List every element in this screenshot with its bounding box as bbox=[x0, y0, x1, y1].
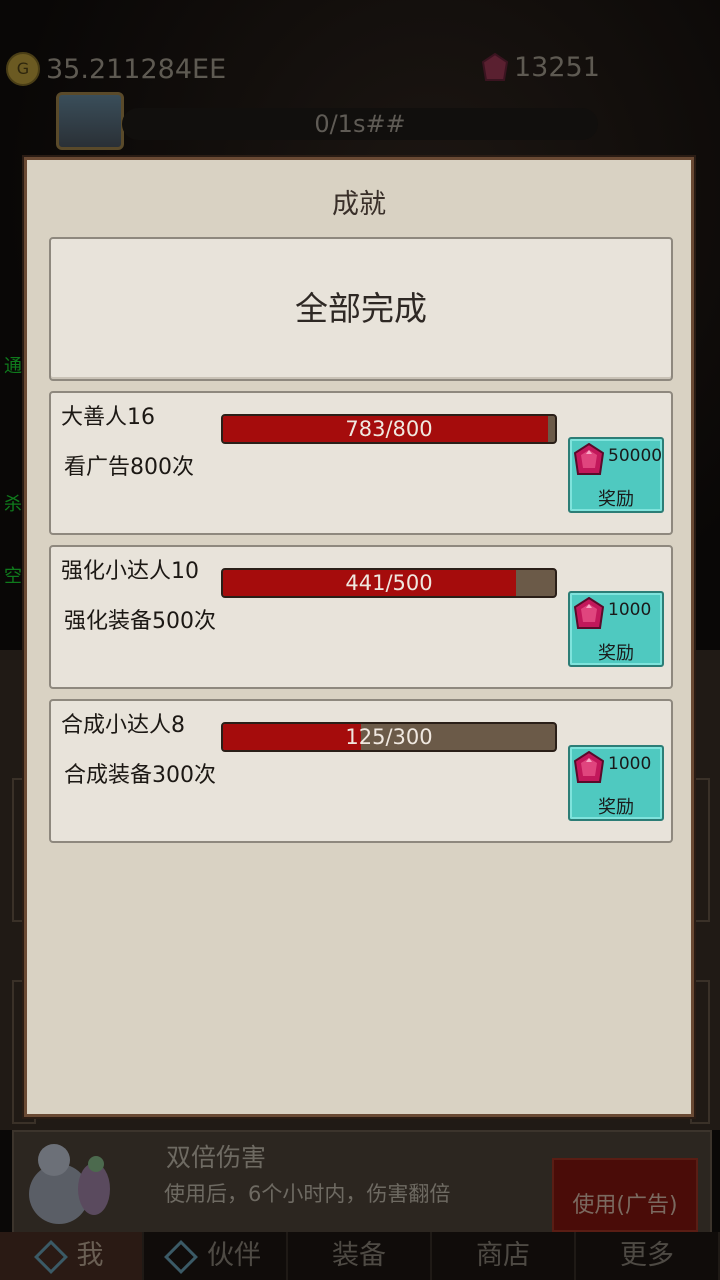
nav-label: 更多 bbox=[620, 1240, 674, 1271]
reward-amount: 50000 bbox=[608, 446, 663, 466]
nav-shop[interactable]: 商店 bbox=[432, 1232, 576, 1280]
reward-button[interactable]: 1000 奖励 bbox=[568, 591, 664, 667]
ruby-gem-icon bbox=[574, 751, 604, 783]
side-label-2: 杀 bbox=[4, 494, 22, 515]
gold-coin-icon: G bbox=[6, 52, 40, 86]
reward-button[interactable]: 1000 奖励 bbox=[568, 745, 664, 821]
achievement-progress-bar: 441/500 bbox=[221, 568, 557, 598]
reward-label: 奖励 bbox=[598, 643, 634, 664]
chest-timer: 0/1s## bbox=[122, 108, 598, 140]
pet-portrait bbox=[29, 1144, 110, 1224]
achievement-description: 强化装备500次 bbox=[64, 609, 216, 634]
side-label-1: 通 bbox=[4, 356, 22, 377]
ruby-gem-icon bbox=[482, 52, 508, 81]
achievement-name: 大善人16 bbox=[61, 405, 155, 430]
achievement-progress-bar: 125/300 bbox=[221, 722, 557, 752]
nav-equipment[interactable]: 装备 bbox=[288, 1232, 432, 1280]
achievement-progress-bar: 783/800 bbox=[221, 414, 557, 444]
gold-amount: 35.211284EE bbox=[46, 53, 227, 85]
treasure-chest-icon[interactable] bbox=[56, 92, 124, 150]
gem-amount: 13251 bbox=[514, 52, 600, 83]
progress-text: 783/800 bbox=[345, 417, 433, 441]
achievement-item: 合成小达人8 125/300 合成装备300次 1000 奖励 bbox=[49, 699, 673, 843]
complete-all-button[interactable]: 全部完成 bbox=[49, 237, 673, 381]
progress-text: 125/300 bbox=[345, 725, 433, 749]
ruby-gem-icon bbox=[574, 597, 604, 629]
progress-text: 441/500 bbox=[345, 571, 433, 595]
modal-title: 成就 bbox=[332, 189, 386, 220]
nav-label: 伙伴 bbox=[207, 1240, 261, 1271]
gem-counter: 13251 bbox=[482, 52, 600, 83]
diamond-nav-icon bbox=[33, 1239, 68, 1274]
nav-label: 我 bbox=[76, 1240, 104, 1271]
reward-amount: 1000 bbox=[608, 754, 652, 774]
reward-amount: 1000 bbox=[608, 600, 652, 620]
reward-button[interactable]: 50000 奖励 bbox=[568, 437, 664, 513]
achievement-item: 大善人16 783/800 看广告800次 50000 奖励 bbox=[49, 391, 673, 535]
nav-more[interactable]: 更多 bbox=[576, 1232, 720, 1280]
buff-title: 双倍伤害 bbox=[166, 1143, 267, 1172]
gold-counter: G 35.211284EE bbox=[6, 52, 226, 86]
diamond-nav-icon bbox=[164, 1239, 198, 1274]
nav-me[interactable]: 我 bbox=[0, 1232, 144, 1280]
ruby-gem-icon bbox=[574, 443, 604, 475]
nav-partners[interactable]: 伙伴 bbox=[144, 1232, 288, 1280]
achievement-name: 强化小达人10 bbox=[61, 559, 199, 584]
use-ad-button[interactable]: 使用(广告) bbox=[552, 1158, 698, 1232]
buff-description: 使用后，6个小时内，伤害翻倍 bbox=[164, 1182, 451, 1206]
achievement-description: 合成装备300次 bbox=[64, 763, 216, 788]
achievements-modal: 成就 全部完成 大善人16 783/800 看广告800次 50000 奖励 强… bbox=[24, 157, 694, 1117]
nav-label: 装备 bbox=[332, 1240, 386, 1271]
side-label-3: 空 bbox=[4, 566, 22, 587]
reward-label: 奖励 bbox=[598, 489, 634, 510]
achievement-item: 强化小达人10 441/500 强化装备500次 1000 奖励 bbox=[49, 545, 673, 689]
bottom-nav: 我 伙伴 装备 商店 更多 bbox=[0, 1232, 720, 1280]
nav-label: 商店 bbox=[476, 1240, 530, 1271]
achievement-description: 看广告800次 bbox=[64, 455, 194, 480]
achievement-name: 合成小达人8 bbox=[61, 713, 185, 738]
reward-label: 奖励 bbox=[598, 797, 634, 818]
